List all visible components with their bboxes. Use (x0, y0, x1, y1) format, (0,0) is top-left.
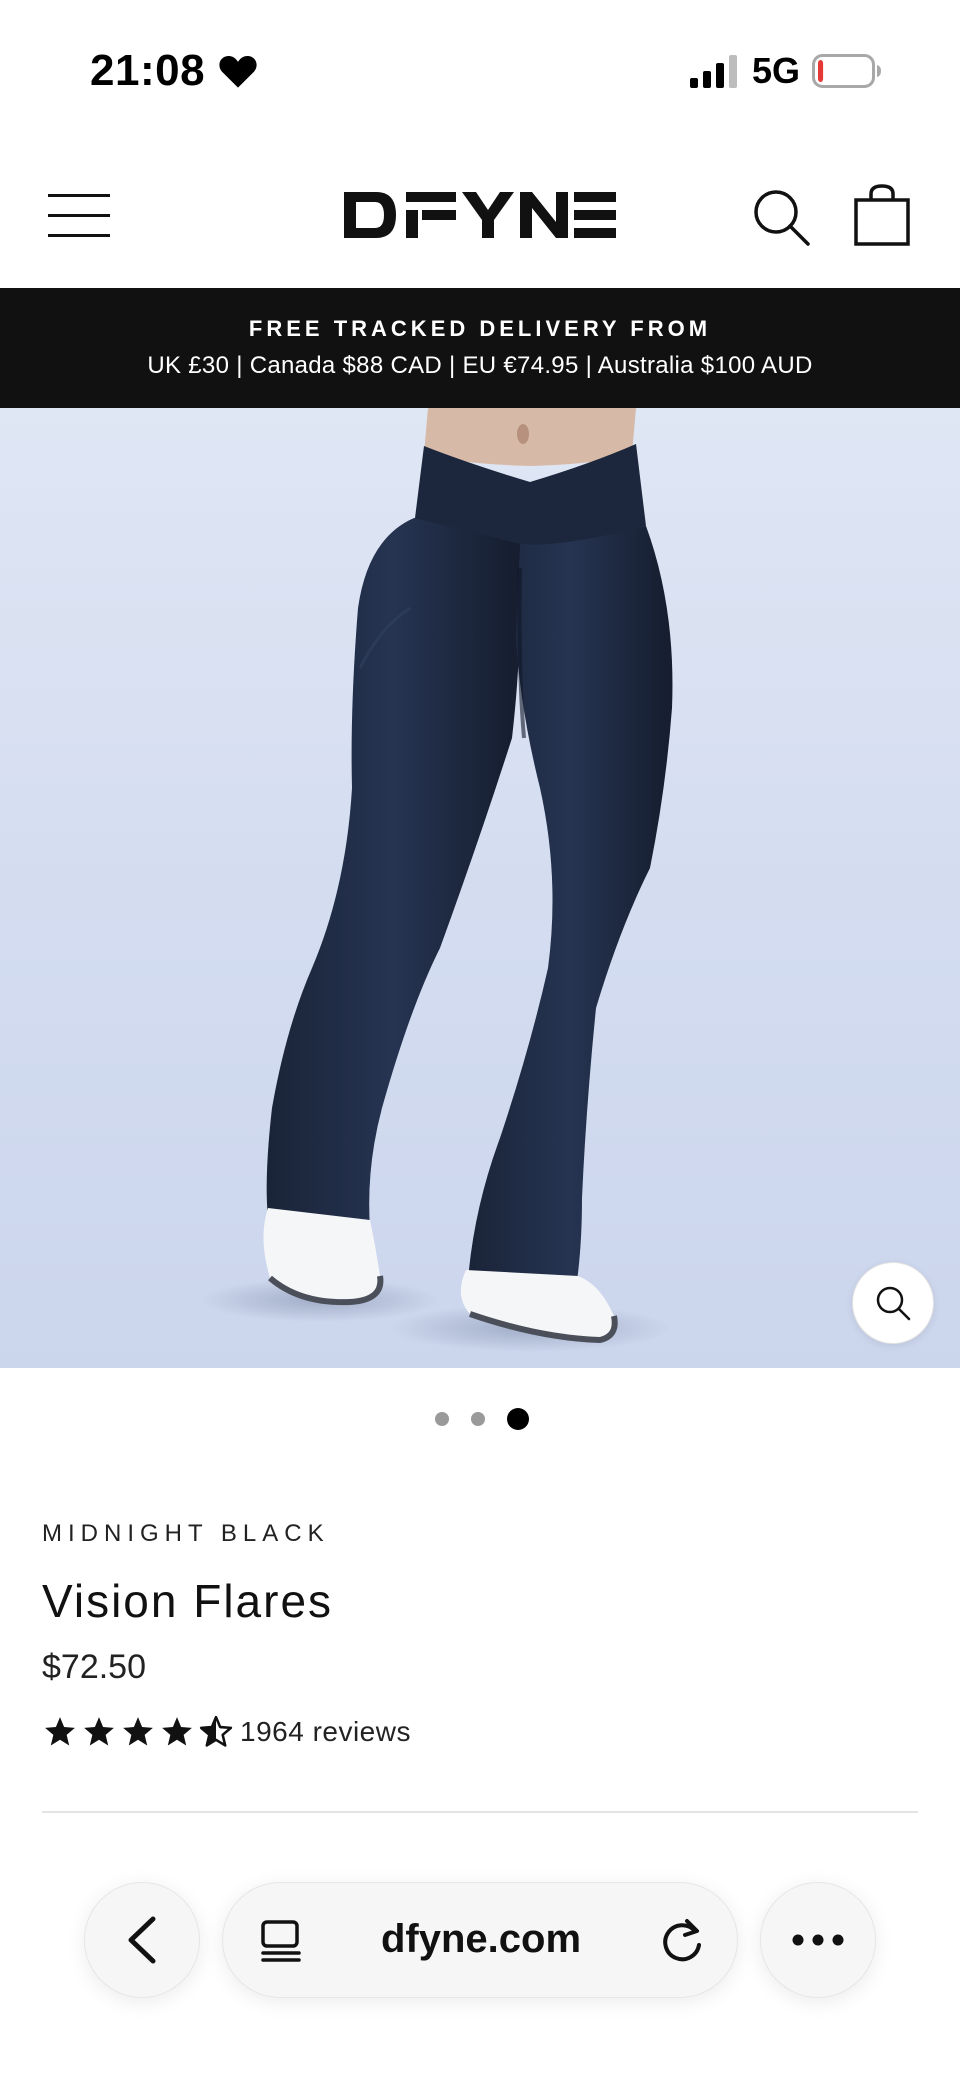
announcement-bar: FREE TRACKED DELIVERY FROM UK £30 | Cana… (0, 288, 960, 408)
search-icon[interactable] (752, 188, 810, 246)
product-variant: MIDNIGHT BLACK (42, 1520, 330, 1547)
carousel-dot[interactable] (471, 1412, 485, 1426)
rating-stars (42, 1715, 234, 1749)
star-full-icon (162, 1717, 192, 1746)
zoom-button[interactable] (852, 1262, 934, 1344)
battery-icon (812, 54, 881, 88)
announcement-subtitle: UK £30 | Canada $88 CAD | EU €74.95 | Au… (147, 352, 813, 379)
network-label: 5G (752, 50, 801, 91)
status-time: 21:08 (90, 46, 206, 95)
menu-icon[interactable] (48, 192, 110, 238)
more-icon (792, 1934, 844, 1946)
carousel-dots (0, 1404, 960, 1434)
star-full-icon (45, 1717, 75, 1746)
signal-icon (690, 55, 737, 88)
more-button[interactable] (760, 1882, 876, 1998)
status-bar: 21:08 5G (0, 0, 960, 140)
back-button[interactable] (84, 1882, 200, 1998)
product-title: Vision Flares (42, 1575, 334, 1627)
back-icon (128, 1916, 156, 1964)
shopping-bag-icon[interactable] (854, 184, 910, 246)
address-bar[interactable]: dfyne.com (222, 1882, 738, 1998)
section-divider (42, 1811, 918, 1813)
star-full-icon (84, 1717, 114, 1746)
product-price: $72.50 (42, 1648, 146, 1686)
carousel-dot[interactable] (435, 1412, 449, 1426)
browser-toolbar: dfyne.com (0, 1860, 960, 2020)
star-full-icon (123, 1717, 153, 1746)
star-half-icon (199, 1715, 233, 1747)
product-photo-illustration (200, 408, 673, 1352)
reload-icon[interactable] (659, 1917, 705, 1965)
heart-icon (219, 55, 257, 88)
announcement-title: FREE TRACKED DELIVERY FROM (248, 316, 712, 341)
product-rating[interactable]: 1964 reviews (42, 1714, 411, 1750)
product-image[interactable] (0, 408, 960, 1368)
zoom-icon (876, 1286, 911, 1321)
site-header (0, 140, 960, 288)
carousel-dot-active[interactable] (507, 1408, 529, 1430)
dfyne-logo[interactable] (342, 188, 618, 242)
review-count-link[interactable]: 1964 reviews (240, 1716, 411, 1748)
